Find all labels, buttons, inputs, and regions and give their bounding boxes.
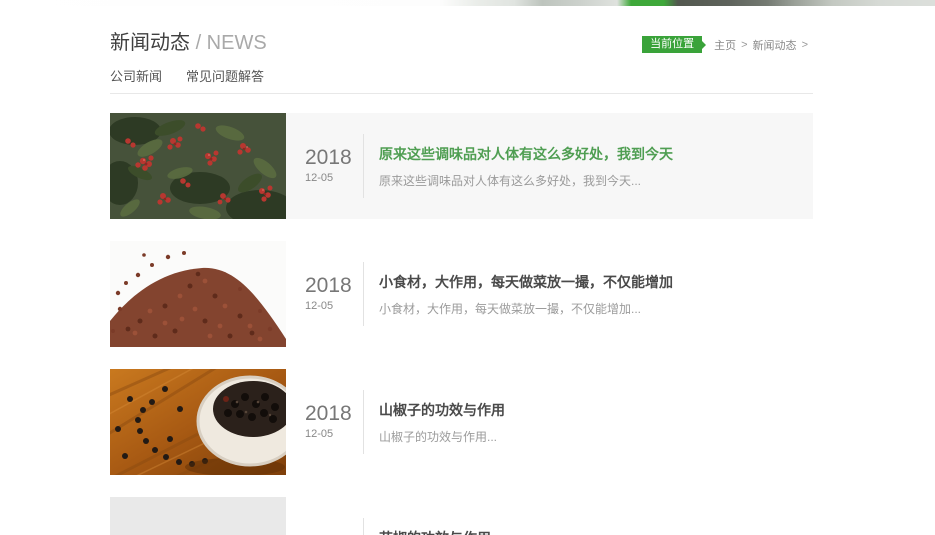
breadcrumb: 当前位置 主页 > 新闻动态 >	[642, 36, 813, 53]
news-thumbnail-placeholder[interactable]	[110, 497, 286, 535]
news-excerpt: 原来这些调味品对人体有这么多好处，我到今天...	[379, 173, 642, 188]
news-item[interactable]: 2018 12-05 山椒子的功效与作用 山椒子的功效与作用...	[110, 369, 813, 475]
news-content: 山椒子的功效与作用 山椒子的功效与作用...	[363, 390, 505, 454]
news-year: 2018	[305, 274, 352, 297]
news-thumbnail-pepper-bowl[interactable]	[110, 369, 286, 475]
news-year: 2018	[305, 146, 352, 169]
news-day: 12-05	[305, 172, 334, 184]
news-content: 花椒的功效与作用	[363, 518, 491, 535]
breadcrumb-home-link[interactable]: 主页	[714, 37, 736, 53]
breadcrumb-badge: 当前位置	[642, 36, 707, 53]
news-year	[305, 530, 363, 535]
news-excerpt: 小食材，大作用，每天做菜放一撮，不仅能增加...	[379, 301, 642, 316]
placeholder-image	[110, 497, 286, 535]
news-page: 新闻动态 / NEWS 当前位置 主页 > 新闻动态 > 公司新闻 常见问题解答	[110, 30, 813, 535]
news-thumbnail-peppercorn-pile[interactable]	[110, 241, 286, 347]
dried-peppercorn-pile-photo	[110, 241, 286, 347]
breadcrumb-separator: >	[801, 38, 808, 51]
breadcrumb-separator: >	[741, 38, 748, 51]
news-date: 2018 12-05	[305, 274, 363, 314]
tab-faq[interactable]: 常见问题解答	[186, 68, 264, 86]
news-thumbnail-red-berries[interactable]	[110, 113, 286, 219]
news-content: 原来这些调味品对人体有这么多好处，我到今天 原来这些调味品对人体有这么多好处，我…	[363, 134, 673, 198]
page-header: 新闻动态 / NEWS 当前位置 主页 > 新闻动态 >	[110, 30, 813, 56]
news-content: 小食材，大作用，每天做菜放一撮，不仅能增加 小食材，大作用，每天做菜放一撮，不仅…	[363, 262, 673, 326]
news-day: 12-05	[305, 428, 334, 440]
pepper-bowl-photo	[110, 369, 286, 475]
news-list: 2018 12-05 原来这些调味品对人体有这么多好处，我到今天 原来这些调味品…	[110, 113, 813, 535]
page-title: 新闻动态 / NEWS	[110, 30, 267, 56]
tabs-divider	[110, 93, 813, 94]
news-excerpt: 山椒子的功效与作用...	[379, 429, 498, 444]
news-day: 12-05	[305, 300, 334, 312]
news-title-link[interactable]: 花椒的功效与作用	[379, 528, 491, 535]
breadcrumb-current-link[interactable]: 新闻动态	[753, 37, 797, 53]
news-title-link[interactable]: 原来这些调味品对人体有这么多好处，我到今天	[379, 144, 673, 164]
page-title-en: / NEWS	[195, 32, 267, 54]
page-title-cn: 新闻动态	[110, 32, 190, 54]
banner-image	[0, 0, 935, 6]
news-date	[305, 530, 363, 535]
news-item[interactable]: 2018 12-05 小食材，大作用，每天做菜放一撮，不仅能增加 小食材，大作用…	[110, 241, 813, 347]
news-title-link[interactable]: 山椒子的功效与作用	[379, 400, 505, 420]
tab-company-news[interactable]: 公司新闻	[110, 68, 162, 86]
red-berries-photo	[110, 113, 286, 219]
news-year: 2018	[305, 402, 352, 425]
news-item[interactable]: 2018 12-05 原来这些调味品对人体有这么多好处，我到今天 原来这些调味品…	[110, 113, 813, 219]
news-date: 2018 12-05	[305, 146, 363, 186]
news-tabs: 公司新闻 常见问题解答	[110, 68, 813, 86]
news-item[interactable]: 花椒的功效与作用	[110, 497, 813, 535]
news-date: 2018 12-05	[305, 402, 363, 442]
news-title-link[interactable]: 小食材，大作用，每天做菜放一撮，不仅能增加	[379, 272, 673, 292]
